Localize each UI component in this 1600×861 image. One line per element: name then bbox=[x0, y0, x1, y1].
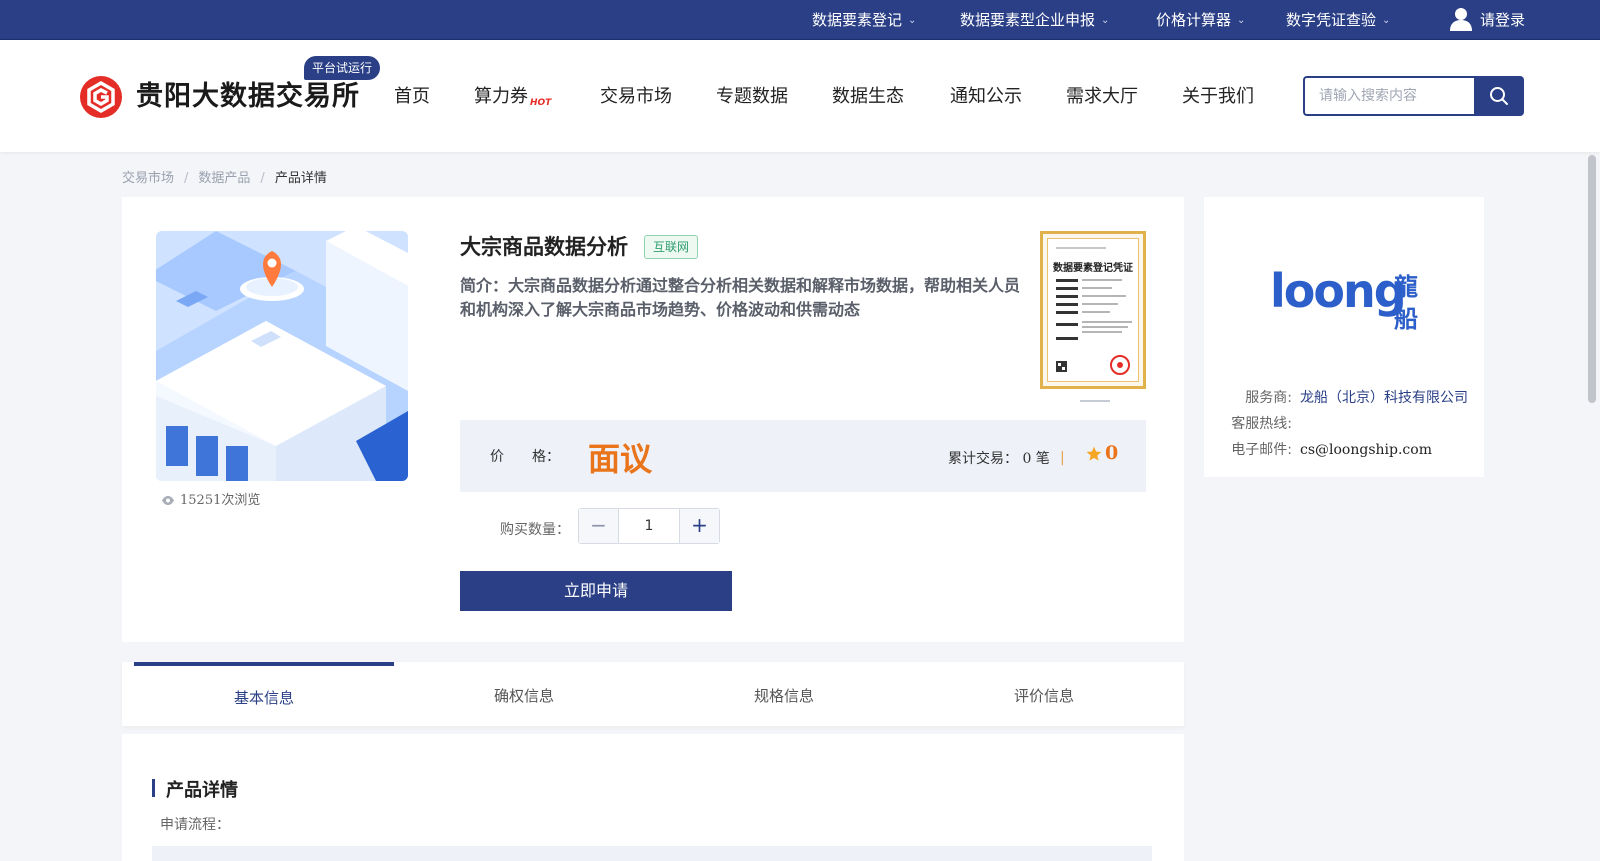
view-count: 15251次浏览 bbox=[162, 489, 260, 508]
tab-spec-info[interactable]: 规格信息 bbox=[654, 662, 914, 726]
topbar-link-label: 价格计算器 bbox=[1156, 11, 1232, 29]
tab-review-info[interactable]: 评价信息 bbox=[914, 662, 1174, 726]
chevron-down-icon: ⌄ bbox=[1382, 15, 1391, 26]
nav-label: 关于我们 bbox=[1182, 86, 1254, 107]
email-label: 电子邮件: bbox=[1231, 442, 1292, 458]
quantity-label: 购买数量： bbox=[500, 522, 570, 538]
breadcrumb-separator: / bbox=[260, 171, 265, 186]
chevron-down-icon: ⌄ bbox=[1237, 15, 1246, 26]
chevron-down-icon: ⌄ bbox=[908, 15, 917, 26]
search-icon bbox=[1490, 87, 1508, 105]
vendor-logo-cn-top: 龍 bbox=[1394, 273, 1418, 301]
email-value: cs@loongship.com bbox=[1300, 442, 1432, 458]
hot-badge-icon: HOT bbox=[530, 98, 552, 108]
nav-trading-market[interactable]: 交易市场 bbox=[600, 82, 672, 108]
process-strip bbox=[152, 846, 1152, 861]
breadcrumb: 交易市场 / 数据产品 / 产品详情 bbox=[122, 167, 327, 186]
nav-label: 交易市场 bbox=[600, 86, 672, 107]
topbar-link-enterprise-declaration[interactable]: 数据要素型企业申报 ⌄ bbox=[960, 0, 1109, 40]
topbar-link-data-registration[interactable]: 数据要素登记 ⌄ bbox=[812, 0, 916, 40]
nav-label: 首页 bbox=[394, 86, 430, 107]
vendor-email-row: 电子邮件: cs@loongship.com bbox=[1224, 439, 1432, 459]
certificate-frame: 数据要素登记凭证 bbox=[1047, 238, 1139, 382]
topbar-link-price-calculator[interactable]: 价格计算器 ⌄ bbox=[1156, 0, 1245, 40]
user-icon bbox=[1450, 8, 1472, 31]
category-tag: 互联网 bbox=[644, 235, 699, 259]
chevron-down-icon: ⌄ bbox=[1101, 15, 1110, 26]
provider-link[interactable]: 龙船（北京）科技有限公司 bbox=[1300, 390, 1468, 406]
tab-basic-info[interactable]: 基本信息 bbox=[134, 662, 394, 726]
exchange-logo-icon[interactable] bbox=[80, 76, 122, 118]
price-panel: 价 格： 面议 累计交易： 0 笔 | 0 bbox=[460, 420, 1146, 492]
top-utility-bar: 数据要素登记 ⌄ 数据要素型企业申报 ⌄ 价格计算器 ⌄ 数字凭证查验 ⌄ 请登录 bbox=[0, 0, 1600, 40]
trial-badge: 平台试运行 bbox=[304, 56, 381, 80]
section-title: 产品详情 bbox=[152, 776, 238, 802]
quantity-input[interactable] bbox=[620, 509, 678, 543]
decrease-quantity-button[interactable]: − bbox=[579, 509, 619, 543]
provider-label: 服务商: bbox=[1245, 390, 1292, 406]
nav-label: 通知公示 bbox=[950, 86, 1022, 107]
vendor-hotline-row: 客服热线: bbox=[1224, 413, 1300, 433]
star-icon bbox=[1086, 446, 1102, 461]
quantity-stepper: − + bbox=[578, 508, 720, 544]
product-title: 大宗商品数据分析 bbox=[460, 235, 628, 259]
breadcrumb-data-products[interactable]: 数据产品 bbox=[198, 171, 250, 186]
product-image bbox=[156, 231, 408, 481]
login-link[interactable]: 请登录 bbox=[1450, 0, 1525, 40]
breadcrumb-trading-market[interactable]: 交易市场 bbox=[122, 171, 174, 186]
nav-data-ecosystem[interactable]: 数据生态 bbox=[832, 82, 904, 108]
page-scrollbar[interactable] bbox=[1588, 155, 1596, 403]
nav-label: 算力券 bbox=[474, 86, 528, 107]
price-value: 面议 bbox=[588, 440, 653, 478]
tab-ownership-info[interactable]: 确权信息 bbox=[394, 662, 654, 726]
certificate-indicator bbox=[1080, 400, 1110, 402]
trade-count: 累计交易： 0 笔 bbox=[948, 451, 1050, 467]
login-label: 请登录 bbox=[1480, 11, 1526, 29]
stat-divider: | bbox=[1060, 450, 1065, 466]
nav-home[interactable]: 首页 bbox=[394, 82, 430, 108]
product-details-section: 产品详情 申请流程： bbox=[122, 734, 1184, 861]
nav-label: 专题数据 bbox=[716, 86, 788, 107]
nav-label: 需求大厅 bbox=[1066, 86, 1138, 107]
breadcrumb-separator: / bbox=[184, 171, 189, 186]
vendor-provider-row: 服务商: 龙船（北京）科技有限公司 bbox=[1224, 387, 1468, 407]
apply-now-button[interactable]: 立即申请 bbox=[460, 571, 732, 611]
search-input[interactable] bbox=[1303, 76, 1474, 116]
increase-quantity-button[interactable]: + bbox=[679, 509, 719, 543]
price-label: 价 格： bbox=[490, 449, 560, 465]
isometric-city-illustration bbox=[156, 231, 408, 481]
nav-compute-voucher[interactable]: 算力券 HOT bbox=[474, 82, 551, 108]
nav-demand-hall[interactable]: 需求大厅 bbox=[1066, 82, 1138, 108]
vendor-card: loong 龍 船 服务商: 龙船（北京）科技有限公司 客服热线: 电子邮件: cs… bbox=[1204, 197, 1484, 477]
topbar-link-label: 数据要素登记 bbox=[812, 11, 903, 29]
topbar-link-certificate-check[interactable]: 数字凭证查验 ⌄ bbox=[1286, 0, 1390, 40]
detail-tabs: 基本信息 确权信息 规格信息 评价信息 bbox=[122, 662, 1184, 726]
product-intro: 简介：大宗商品数据分析通过整合分析相关数据和解释市场数据，帮助相关人员和机构深入… bbox=[460, 276, 1021, 319]
breadcrumb-current: 产品详情 bbox=[274, 171, 327, 186]
vendor-logo-cn-bottom: 船 bbox=[1394, 305, 1418, 333]
registration-certificate[interactable]: 数据要素登记凭证 bbox=[1040, 231, 1146, 389]
product-card: 15251次浏览 大宗商品数据分析 互联网 简介：大宗商品数据分析通过整合分析相… bbox=[122, 197, 1184, 642]
nav-topic-data[interactable]: 专题数据 bbox=[716, 82, 788, 108]
eye-icon bbox=[162, 496, 174, 505]
nav-about-us[interactable]: 关于我们 bbox=[1182, 82, 1254, 108]
nav-label: 数据生态 bbox=[832, 86, 904, 107]
application-process-label: 申请流程： bbox=[160, 817, 230, 833]
topbar-link-label: 数字凭证查验 bbox=[1286, 11, 1377, 29]
vendor-logo[interactable]: loong 龍 船 bbox=[1270, 259, 1420, 339]
vendor-logo-latin: loong bbox=[1270, 264, 1405, 318]
topbar-link-label: 数据要素型企业申报 bbox=[960, 11, 1096, 29]
main-header: 贵阳大数据交易所 平台试运行 首页 算力券 HOT 交易市场 专题数据 数据生态 … bbox=[0, 40, 1600, 152]
rating-value: 0 bbox=[1105, 442, 1119, 464]
hotline-label: 客服热线: bbox=[1231, 416, 1292, 432]
search-button[interactable] bbox=[1474, 76, 1524, 116]
nav-notices[interactable]: 通知公示 bbox=[950, 82, 1022, 108]
view-count-text: 15251次浏览 bbox=[180, 493, 261, 508]
certificate-content-illustration bbox=[1056, 247, 1132, 375]
